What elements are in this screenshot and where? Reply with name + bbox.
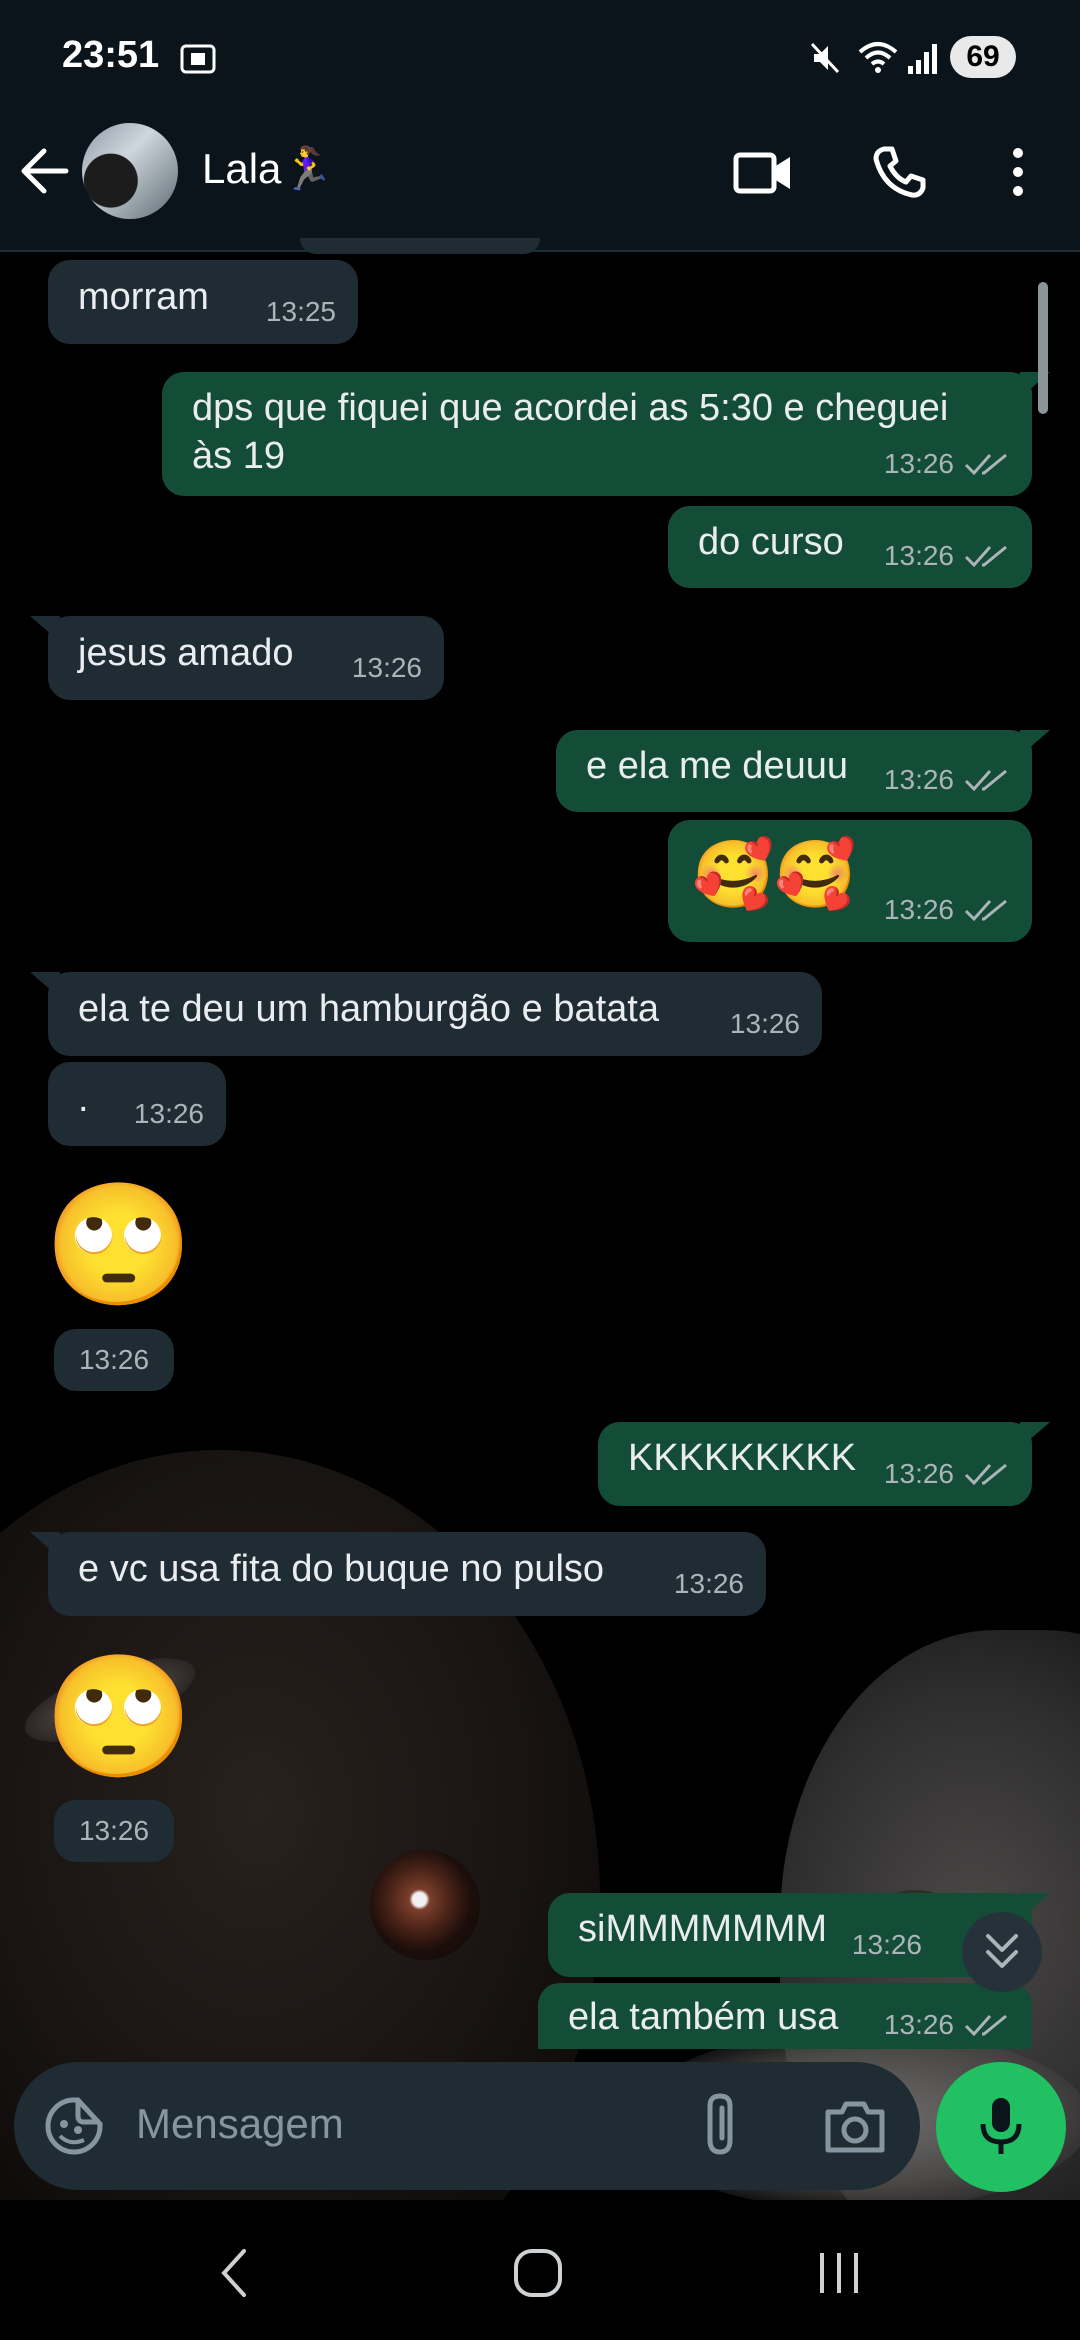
- message-text: jesus amado: [78, 632, 294, 674]
- chat-header: Lala🏃‍♀️: [0, 115, 1080, 252]
- message-meta: 13:26: [852, 1921, 922, 1969]
- message-placeholder[interactable]: Mensagem: [136, 2100, 344, 2148]
- emoji-message[interactable]: 🙄: [44, 1652, 193, 1782]
- phone-icon[interactable]: [870, 143, 928, 201]
- message-input-bar[interactable]: Mensagem: [14, 2062, 920, 2190]
- system-navigation-bar: [0, 2205, 1080, 2340]
- message-bubble-out[interactable]: KKKKKKKKK 13:26: [598, 1422, 1050, 1506]
- double-check-icon: [964, 453, 1007, 476]
- message-bubble-out[interactable]: 🥰🥰 13:26: [668, 820, 1032, 942]
- message-time: 13:26: [673, 1568, 744, 1599]
- voice-record-button[interactable]: [936, 2062, 1066, 2192]
- message-text: e vc usa fita do buque no pulso: [78, 1548, 605, 1590]
- emoji-message[interactable]: 🙄: [44, 1180, 193, 1310]
- message-text: do curso: [698, 521, 844, 563]
- message-meta: 13:26: [884, 440, 1010, 488]
- message-time-chip: 13:26: [54, 1329, 174, 1391]
- wifi-icon: [858, 42, 898, 73]
- sticker-icon[interactable]: [44, 2096, 104, 2156]
- double-check-icon: [964, 769, 1007, 792]
- message-time: 13:26: [351, 652, 422, 683]
- bubble-tail: [1020, 1422, 1050, 1448]
- message-time: 13:26: [883, 764, 954, 795]
- message-bubble-in[interactable]: e vc usa fita do buque no pulso 13:26: [30, 1532, 766, 1616]
- scroll-down-icon: [986, 1934, 1018, 1968]
- message-time: 13:26: [729, 1008, 800, 1039]
- signal-icon: [908, 44, 937, 74]
- message-bubble-in[interactable]: morram 13:25: [48, 260, 358, 344]
- double-check-icon: [964, 899, 1007, 922]
- message-bubble-in[interactable]: ela te deu um hamburgão e batata 13:26: [30, 972, 822, 1056]
- camera-icon[interactable]: [824, 2098, 886, 2154]
- message-text: .: [78, 1078, 89, 1120]
- bubble-tail: [30, 972, 60, 998]
- message-meta: 13:26: [884, 1450, 1010, 1498]
- mute-icon: [810, 42, 840, 74]
- battery-indicator: 69: [950, 36, 1016, 78]
- message-time-chip: 13:26: [54, 1800, 174, 1862]
- message-meta: 13:26: [884, 886, 1010, 934]
- message-text: siMMMMMMM: [578, 1908, 828, 1950]
- message-bubble-out[interactable]: ela também usa 13:26: [538, 1983, 1032, 2049]
- message-time: 13:26: [133, 1098, 204, 1129]
- message-meta: 13:26: [352, 644, 422, 692]
- double-check-icon: [964, 545, 1007, 568]
- message-time: 13:26: [883, 1458, 954, 1489]
- message-bubble-out[interactable]: do curso 13:26: [668, 506, 1032, 588]
- double-check-icon: [964, 2014, 1007, 2037]
- message-time: 13:26: [851, 1929, 922, 1960]
- message-text: morram: [78, 276, 209, 318]
- bubble-tail: [30, 1532, 60, 1558]
- message-text: ela te deu um hamburgão e batata: [78, 988, 659, 1030]
- message-bubble-out[interactable]: dps que fiquei que acordei as 5:30 e che…: [162, 372, 1050, 496]
- message-bubble-out[interactable]: siMMMMMMM 13:26: [548, 1893, 1050, 1977]
- message-emoji: 🥰🥰: [692, 837, 857, 911]
- bubble-tail: [1020, 1893, 1050, 1919]
- status-bar: 23:51 69: [0, 0, 1080, 115]
- message-meta: 13:26: [134, 1090, 204, 1138]
- wallpaper-dog-eye: [370, 1850, 480, 1960]
- message-meta: 13:26: [884, 2001, 1010, 2049]
- message-text: ela também usa: [568, 1996, 839, 2038]
- bubble-tail: [1020, 730, 1050, 756]
- message-time: 13:26: [883, 448, 954, 479]
- message-time: 13:26: [883, 894, 954, 925]
- scrollbar-thumb[interactable]: [1038, 282, 1048, 414]
- double-check-icon: [964, 1463, 1007, 1486]
- contact-avatar[interactable]: [82, 123, 178, 219]
- message-bubble-in[interactable]: jesus amado 13:26: [30, 616, 444, 700]
- back-arrow-icon[interactable]: [18, 145, 70, 197]
- message-text-line2: às 19: [192, 435, 285, 477]
- message-meta: 13:26: [674, 1560, 744, 1608]
- message-bubble-out[interactable]: e ela me deuuu 13:26: [556, 730, 1050, 812]
- message-time: 13:26: [883, 540, 954, 571]
- status-time: 23:51: [62, 34, 160, 76]
- message-time: 13:25: [265, 296, 336, 327]
- mic-icon: [980, 2098, 1022, 2154]
- message-text: e ela me deuuu: [586, 745, 848, 787]
- nav-recents-icon[interactable]: [814, 2245, 864, 2301]
- message-text: KKKKKKKKK: [628, 1437, 857, 1479]
- message-bubble-in[interactable]: . 13:26: [48, 1062, 226, 1146]
- nav-home-icon[interactable]: [510, 2245, 566, 2301]
- more-vert-icon[interactable]: [1006, 145, 1030, 199]
- message-meta: 13:25: [266, 288, 336, 336]
- message-meta: 13:26: [884, 756, 1010, 804]
- scroll-down-button[interactable]: [962, 1912, 1042, 1992]
- message-time: 13:26: [883, 2009, 954, 2040]
- message-meta: 13:26: [884, 532, 1010, 580]
- attach-icon[interactable]: [700, 2092, 744, 2158]
- video-call-icon[interactable]: [732, 147, 794, 199]
- contact-name[interactable]: Lala🏃‍♀️: [202, 145, 334, 194]
- bubble-tail: [30, 616, 60, 642]
- message-text: dps que fiquei que acordei as 5:30 e che…: [192, 387, 949, 429]
- message-meta: 13:26: [730, 1000, 800, 1048]
- nav-back-icon[interactable]: [216, 2245, 252, 2301]
- message-bubble-partial: [300, 238, 540, 254]
- screenshot-icon: [180, 44, 216, 74]
